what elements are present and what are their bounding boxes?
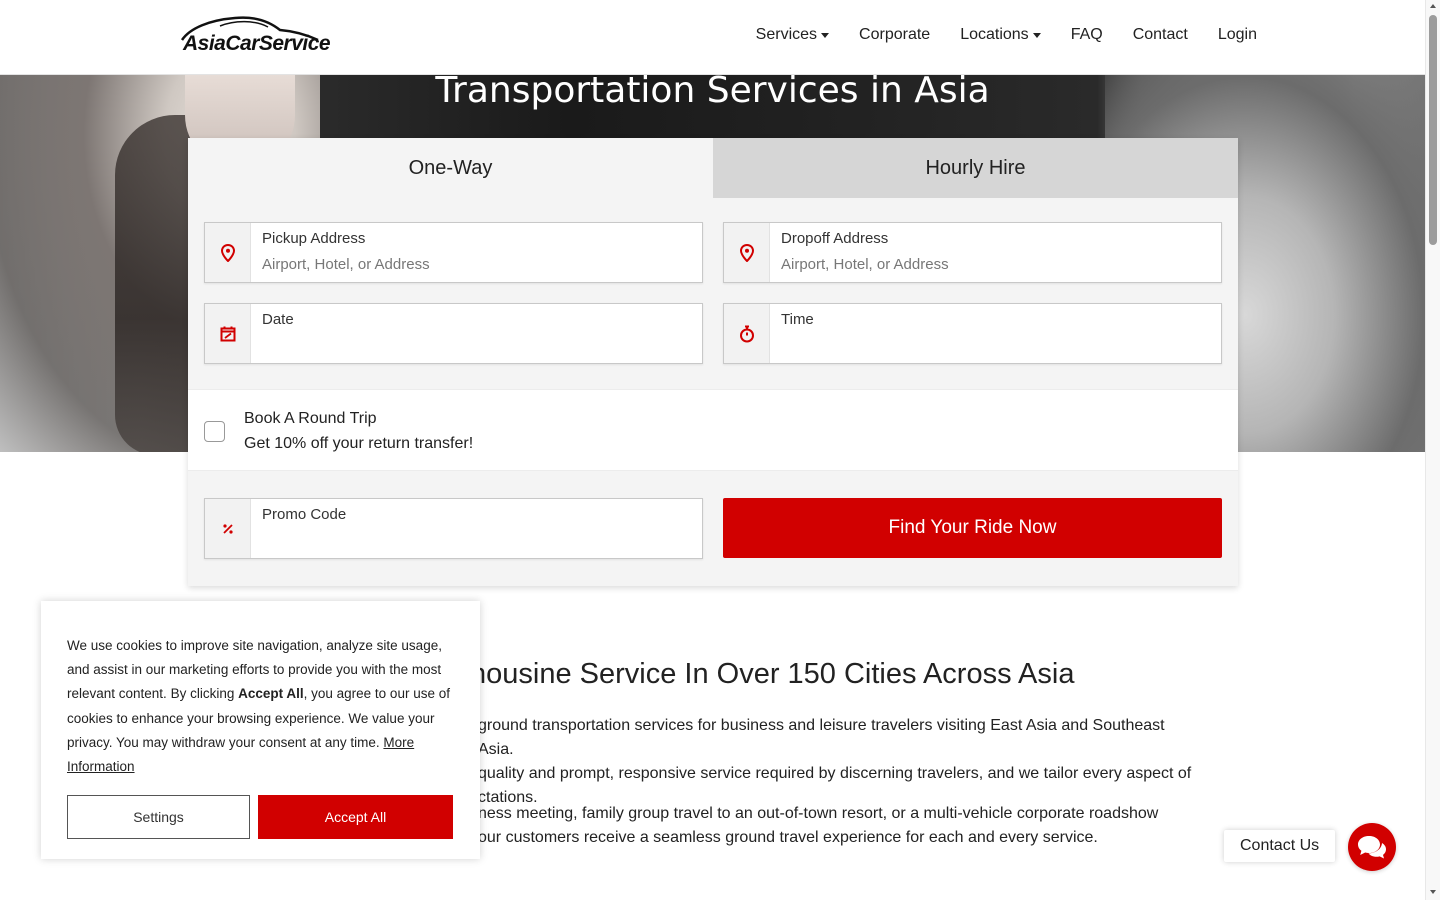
nav-services[interactable]: Services xyxy=(755,26,830,44)
time-label: Time xyxy=(781,311,814,328)
booking-form: One-Way Hourly Hire Pickup Address Dropo… xyxy=(188,138,1238,586)
round-trip-option: Book A Round Trip Get 10% off your retur… xyxy=(188,389,1238,471)
hero-title: Transportation Services in Asia xyxy=(435,70,990,111)
booking-tabs: One-Way Hourly Hire xyxy=(188,138,1238,198)
pickup-input[interactable] xyxy=(262,253,682,275)
nav-login[interactable]: Login xyxy=(1218,26,1257,44)
logo-text: AsiaCarService xyxy=(183,32,331,55)
cookie-accept-all-button[interactable]: Accept All xyxy=(258,795,453,839)
logo[interactable]: AsiaCarService xyxy=(180,14,331,58)
tab-hourly-hire[interactable]: Hourly Hire xyxy=(713,138,1238,198)
nav-contact-label: Contact xyxy=(1132,26,1188,43)
intro-line: ground transportation services for busin… xyxy=(478,717,1165,758)
stopwatch-icon xyxy=(739,325,754,342)
second-paragraph: ness meeting, family group travel to an … xyxy=(478,802,1198,850)
nav-locations[interactable]: Locations xyxy=(960,26,1041,44)
nav-faq-label: FAQ xyxy=(1070,26,1103,43)
page-scrollbar[interactable] xyxy=(1425,0,1440,900)
time-field[interactable]: Time xyxy=(723,303,1222,364)
round-trip-subtitle: Get 10% off your return transfer! xyxy=(244,435,474,452)
scroll-down-arrow-icon[interactable] xyxy=(1430,890,1436,894)
dropoff-icon-box xyxy=(724,223,770,282)
section-title: nousine Service In Over 150 Cities Acros… xyxy=(470,658,1075,690)
promo-input[interactable] xyxy=(262,529,682,551)
scroll-up-arrow-icon[interactable] xyxy=(1430,4,1436,8)
nav-contact[interactable]: Contact xyxy=(1133,26,1188,44)
round-trip-title: Book A Round Trip xyxy=(244,410,377,427)
date-field[interactable]: Date xyxy=(204,303,703,364)
find-ride-button[interactable]: Find Your Ride Now xyxy=(723,498,1222,558)
nav-corporate-label: Corporate xyxy=(859,26,931,43)
nav-corporate[interactable]: Corporate xyxy=(859,26,930,44)
time-icon-box xyxy=(724,304,770,363)
time-input[interactable] xyxy=(781,334,1201,356)
pickup-field[interactable]: Pickup Address xyxy=(204,222,703,283)
cookie-settings-button[interactable]: Settings xyxy=(67,795,250,839)
promo-label: Promo Code xyxy=(262,506,347,523)
nav-locations-label: Locations xyxy=(960,26,1029,43)
date-input[interactable] xyxy=(262,334,682,356)
intro-line: quality and prompt, responsive service r… xyxy=(478,765,1192,782)
date-icon-box xyxy=(205,304,251,363)
promo-field[interactable]: Promo Code xyxy=(204,498,703,559)
dropoff-field[interactable]: Dropoff Address xyxy=(723,222,1222,283)
map-pin-icon xyxy=(739,243,754,262)
pickup-label: Pickup Address xyxy=(262,230,366,247)
cookie-text: We use cookies to improve site navigatio… xyxy=(67,634,457,779)
nav-faq[interactable]: FAQ xyxy=(1071,26,1103,44)
pickup-icon-box xyxy=(205,223,251,282)
dropoff-label: Dropoff Address xyxy=(781,230,889,247)
contact-chat-button[interactable] xyxy=(1348,823,1396,871)
dropoff-input[interactable] xyxy=(781,253,1201,275)
caret-down-icon xyxy=(821,33,830,38)
caret-down-icon xyxy=(1032,33,1041,38)
second-line: ness meeting, family group travel to an … xyxy=(478,805,1159,822)
promo-icon-box xyxy=(205,499,251,558)
main-nav: Services Corporate Locations FAQ Contact… xyxy=(756,26,1257,44)
percent-icon xyxy=(222,523,233,534)
cookie-banner: We use cookies to improve site navigatio… xyxy=(41,601,480,859)
navbar: AsiaCarService Services Corporate Locati… xyxy=(0,0,1425,75)
tab-one-way[interactable]: One-Way xyxy=(188,138,713,198)
chat-bubbles-icon xyxy=(1358,836,1386,859)
calendar-icon xyxy=(220,326,235,341)
round-trip-checkbox[interactable] xyxy=(204,421,225,442)
scroll-thumb[interactable] xyxy=(1429,15,1437,245)
intro-paragraph: ground transportation services for busin… xyxy=(478,714,1198,810)
map-pin-icon xyxy=(220,243,235,262)
nav-services-label: Services xyxy=(755,26,818,43)
second-line: our customers receive a seamless ground … xyxy=(478,829,1098,846)
nav-login-label: Login xyxy=(1217,26,1257,43)
date-label: Date xyxy=(262,311,294,328)
cookie-text-bold: Accept All xyxy=(238,686,304,702)
contact-us-label[interactable]: Contact Us xyxy=(1224,830,1336,862)
